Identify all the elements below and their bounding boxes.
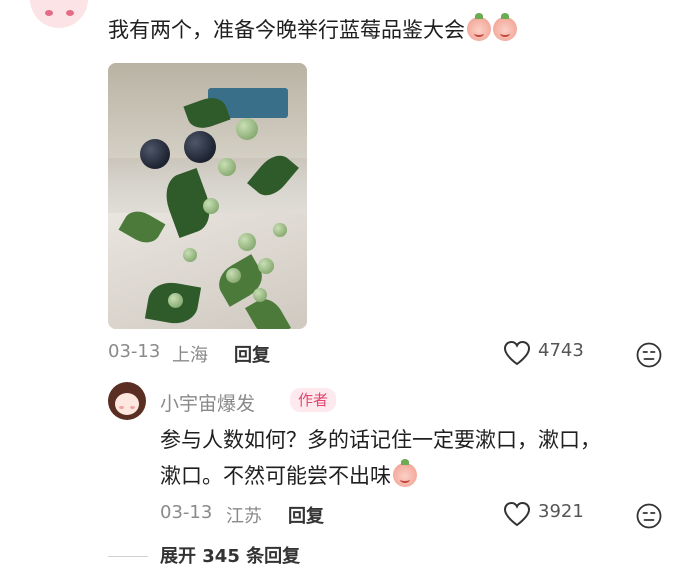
like-heart-icon[interactable] <box>503 340 531 366</box>
comment-reply-button[interactable]: 回复 <box>234 341 270 367</box>
reply-reply-button[interactable]: 回复 <box>288 502 324 528</box>
comment-photo[interactable] <box>108 63 307 329</box>
reply-text-line2: 漱口。不然可能尝不出味 <box>160 464 391 488</box>
reply-avatar[interactable] <box>108 382 146 420</box>
reply-text-line1: 参与人数如何？多的话记住一定要漱口，漱口， <box>160 428 601 452</box>
comment-location: 上海 <box>172 345 208 366</box>
dislike-face-icon[interactable] <box>636 503 662 529</box>
comment-text: 我有两个，准备今晚举行蓝莓品鉴大会 <box>108 18 465 42</box>
expand-divider <box>108 556 148 557</box>
peach-emoji-icon <box>493 13 517 41</box>
comment-date: 03-13 <box>108 341 161 362</box>
reply-body: 参与人数如何？多的话记住一定要漱口，漱口， 漱口。不然可能尝不出味 <box>160 422 660 494</box>
expand-replies-button[interactable]: 展开 345 条回复 <box>160 542 300 568</box>
dislike-face-icon[interactable] <box>636 342 662 368</box>
reply-location: 江苏 <box>226 506 262 527</box>
reply-date: 03-13 <box>160 502 213 523</box>
author-badge: 作者 <box>290 388 337 412</box>
peach-emoji-icon <box>393 459 417 487</box>
like-heart-icon[interactable] <box>503 501 531 527</box>
reply-username[interactable]: 小宇宙爆发 <box>160 389 255 416</box>
peach-emoji-icon <box>467 13 491 41</box>
reply-like-count: 3921 <box>538 501 584 522</box>
commenter-avatar[interactable] <box>30 0 88 28</box>
comment-body: 我有两个，准备今晚举行蓝莓品鉴大会 <box>108 12 517 48</box>
comment-like-count: 4743 <box>538 340 584 361</box>
